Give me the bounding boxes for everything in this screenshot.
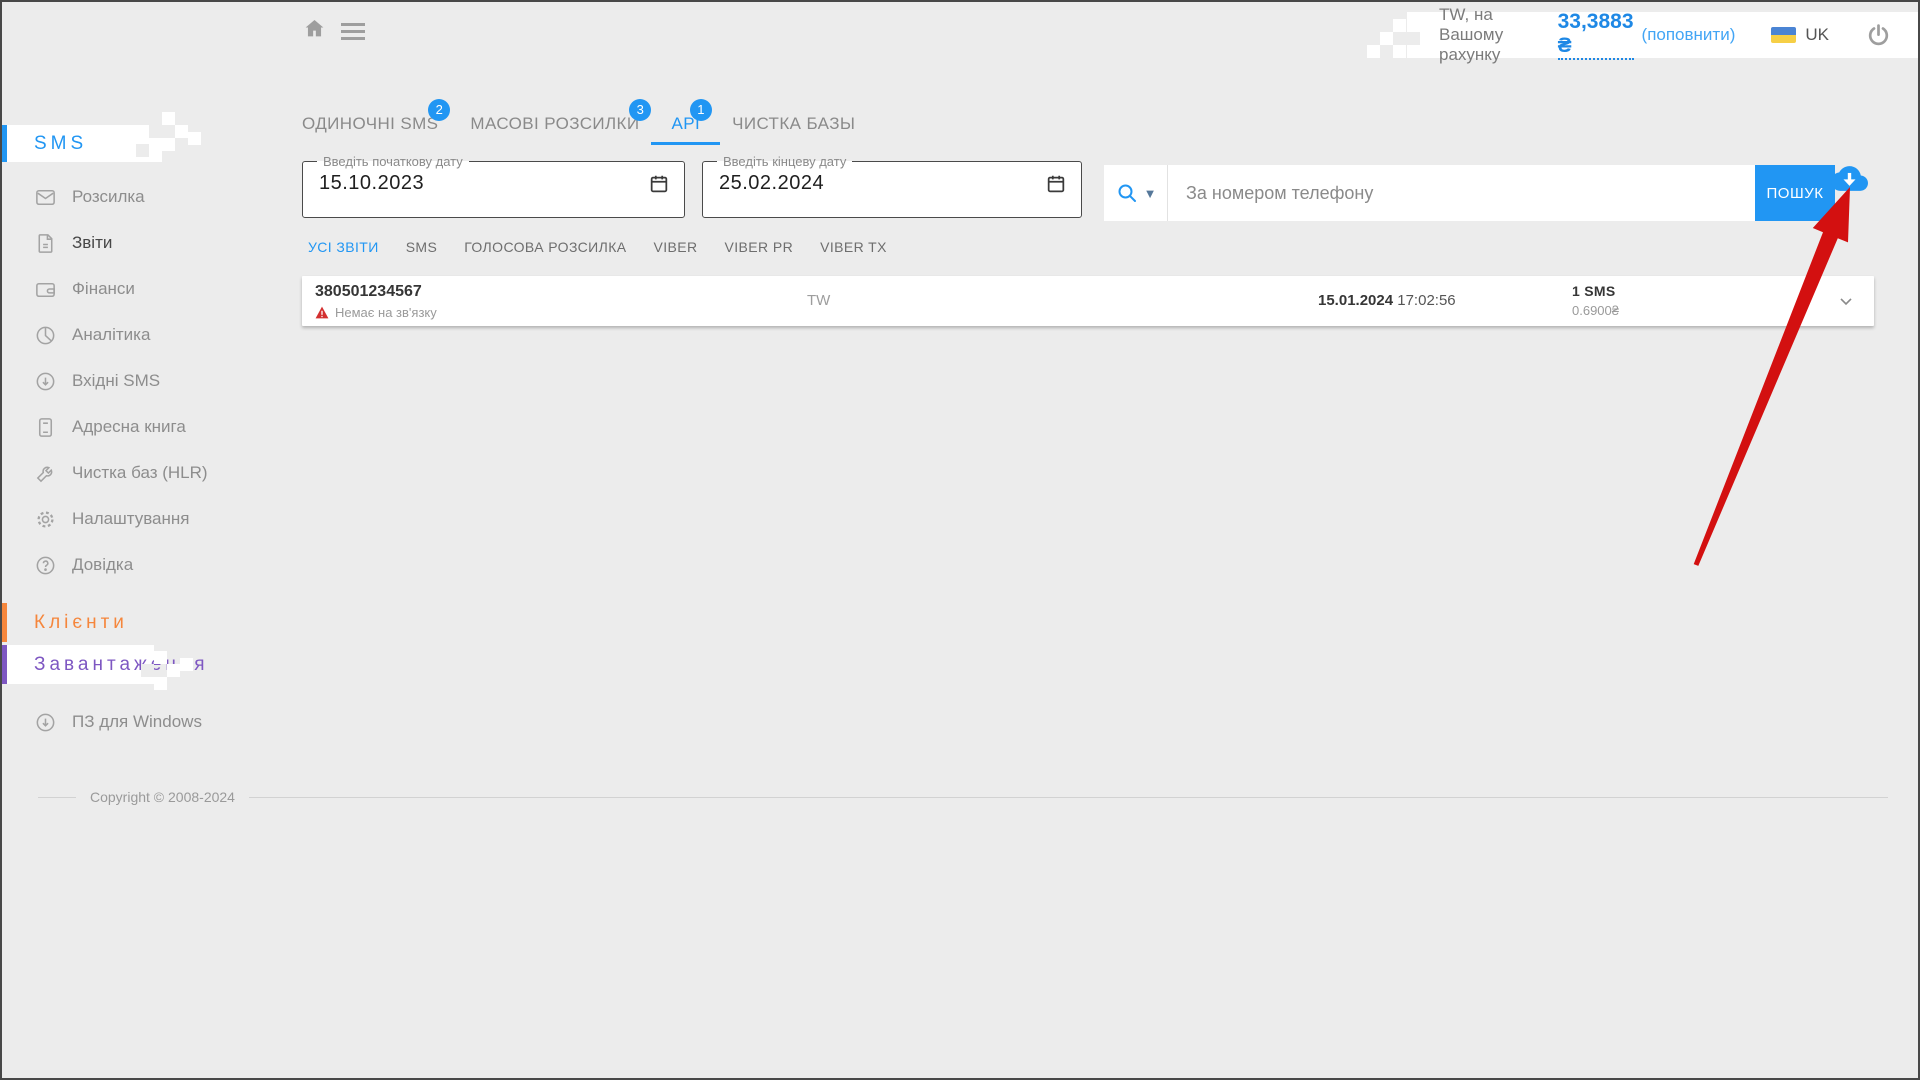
- app-window: TW, на Вашому рахунку 33,3883 ₴ (поповни…: [0, 0, 1920, 1080]
- gear-icon: [34, 508, 57, 531]
- tab-chystka-bazy[interactable]: ЧИСТКА БАЗЫ: [732, 112, 855, 136]
- filter-golosova-rozsylka[interactable]: ГОЛОСОВА РОЗСИЛКА: [464, 239, 626, 255]
- sidebar-item-finansy[interactable]: Фінанси: [2, 266, 272, 312]
- download-circle-icon: [34, 711, 57, 734]
- report-document-icon: [34, 232, 57, 255]
- row-time: 17:02:56: [1397, 292, 1455, 309]
- search-icon: [1115, 181, 1139, 205]
- topup-link[interactable]: (поповнити): [1642, 25, 1736, 45]
- pie-chart-icon: [34, 324, 57, 347]
- sidebar-item-rozsylka[interactable]: Розсилка: [2, 174, 272, 220]
- address-book-icon: [34, 416, 57, 439]
- report-filter-tabs: УСІ ЗВІТИ SMS ГОЛОСОВА РОЗСИЛКА VIBER VI…: [308, 239, 887, 255]
- tab-masovi-rozsylky[interactable]: МАСОВІ РОЗСИЛКИ 3: [470, 112, 639, 136]
- sidebar-item-label: Чистка баз (HLR): [72, 463, 208, 483]
- tab-label: ОДИНОЧНІ SMS: [302, 114, 438, 133]
- search-bar: ▼ ПОШУК: [1104, 165, 1835, 221]
- sidebar-item-zvity[interactable]: Звіти: [2, 220, 272, 266]
- sidebar-section-downloads[interactable]: Завантаження: [2, 645, 154, 684]
- tab-label: МАСОВІ РОЗСИЛКИ: [470, 114, 639, 133]
- search-input[interactable]: [1168, 165, 1755, 221]
- balance-prefix: TW, на Вашому рахунку: [1439, 5, 1550, 65]
- home-icon[interactable]: [302, 16, 327, 41]
- row-expand-chevron-icon[interactable]: [1836, 291, 1856, 311]
- sidebar-item-analityka[interactable]: Аналітика: [2, 312, 272, 358]
- filter-viber-pr[interactable]: VIBER PR: [725, 239, 794, 255]
- sidebar-item-label: Вхідні SMS: [72, 371, 160, 391]
- sidebar-item-label: Фінанси: [72, 279, 135, 299]
- filter-viber[interactable]: VIBER: [654, 239, 698, 255]
- start-date-field[interactable]: Введіть початкову дату: [302, 154, 685, 218]
- row-phone-number: 380501234567: [315, 283, 422, 301]
- export-download-icon[interactable]: [1831, 160, 1868, 197]
- logout-power-icon[interactable]: [1865, 22, 1892, 49]
- divider-line: [38, 797, 76, 798]
- help-icon: [34, 554, 57, 577]
- wallet-icon: [34, 278, 57, 301]
- sidebar-windows-app: ПЗ для Windows: [2, 699, 272, 745]
- chevron-down-icon: ▼: [1144, 186, 1157, 201]
- account-balance-panel: TW, на Вашому рахунку 33,3883 ₴ (поповни…: [1407, 12, 1918, 58]
- sidebar-item-chystka-baz[interactable]: Чистка баз (HLR): [2, 450, 272, 496]
- sidebar-item-label: Адресна книга: [72, 417, 186, 437]
- sidebar-item-label: ПЗ для Windows: [72, 712, 202, 732]
- tab-odynochni-sms[interactable]: ОДИНОЧНІ SMS 2: [302, 112, 438, 136]
- tab-label: ЧИСТКА БАЗЫ: [732, 114, 855, 133]
- calendar-icon[interactable]: [1045, 173, 1067, 195]
- row-network: TW: [807, 292, 830, 309]
- search-type-dropdown[interactable]: ▼: [1104, 165, 1168, 221]
- row-status: Немає на зв'язку: [315, 305, 437, 320]
- sidebar-section-clients[interactable]: Клієнти: [2, 603, 192, 642]
- incoming-download-icon: [34, 370, 57, 393]
- sidebar-item-dovidka[interactable]: Довідка: [2, 542, 272, 588]
- sidebar-nav: Розсилка Звіти Фінанси Аналітика Вхідні …: [2, 174, 272, 588]
- filter-usi-zvity[interactable]: УСІ ЗВІТИ: [308, 239, 379, 255]
- sidebar-item-label: Налаштування: [72, 509, 190, 529]
- sidebar-item-label: Довідка: [72, 555, 133, 575]
- balance-amount[interactable]: 33,3883 ₴: [1558, 10, 1634, 60]
- tab-badge: 2: [428, 99, 450, 121]
- tab-badge: 1: [690, 99, 712, 121]
- filter-sms[interactable]: SMS: [406, 239, 438, 255]
- tab-api[interactable]: API 1: [671, 112, 700, 136]
- hamburger-menu-icon[interactable]: [341, 23, 365, 44]
- search-button[interactable]: ПОШУК: [1755, 165, 1835, 221]
- end-date-field[interactable]: Введіть кінцеву дату: [702, 154, 1082, 218]
- row-sms-count: 1 SMS: [1572, 283, 1616, 299]
- end-date-input[interactable]: [717, 171, 1045, 196]
- report-row[interactable]: 380501234567 Немає на зв'язку TW 15.01.2…: [302, 276, 1874, 326]
- calendar-icon[interactable]: [648, 173, 670, 195]
- annotation-arrow: [1652, 172, 1912, 592]
- report-type-tabs: ОДИНОЧНІ SMS 2 МАСОВІ РОЗСИЛКИ 3 API 1 Ч…: [302, 112, 855, 136]
- tab-badge: 3: [629, 99, 651, 121]
- start-date-input[interactable]: [317, 171, 648, 196]
- search-input-wrap: [1168, 165, 1755, 221]
- row-status-text: Немає на зв'язку: [335, 305, 437, 320]
- end-date-label: Введіть кінцеву дату: [717, 154, 852, 169]
- ukraine-flag-icon: [1771, 27, 1796, 43]
- copyright: Copyright © 2008-2024: [38, 789, 1888, 805]
- start-date-label: Введіть початкову дату: [317, 154, 469, 169]
- sidebar-item-label: Розсилка: [72, 187, 145, 207]
- sidebar-item-label: Звіти: [72, 233, 112, 253]
- copyright-text: Copyright © 2008-2024: [90, 789, 235, 805]
- row-date: 15.01.2024: [1318, 292, 1393, 309]
- row-datetime: 15.01.2024 17:02:56: [1318, 292, 1456, 309]
- warning-icon: [315, 306, 329, 319]
- sidebar-item-label: Аналітика: [72, 325, 150, 345]
- wrench-icon: [34, 462, 57, 485]
- language-label: UK: [1805, 25, 1829, 45]
- sidebar-item-adresna-knyha[interactable]: Адресна книга: [2, 404, 272, 450]
- sidebar-item-nalashtuvannya[interactable]: Налаштування: [2, 496, 272, 542]
- sidebar-item-pz-windows[interactable]: ПЗ для Windows: [2, 699, 272, 745]
- envelope-icon: [34, 186, 57, 209]
- row-price: 0.6900₴: [1572, 303, 1619, 318]
- filter-viber-tx[interactable]: VIBER TX: [820, 239, 887, 255]
- divider-line: [249, 797, 1888, 798]
- language-switcher[interactable]: UK: [1771, 25, 1829, 45]
- sidebar-item-vhidni-sms[interactable]: Вхідні SMS: [2, 358, 272, 404]
